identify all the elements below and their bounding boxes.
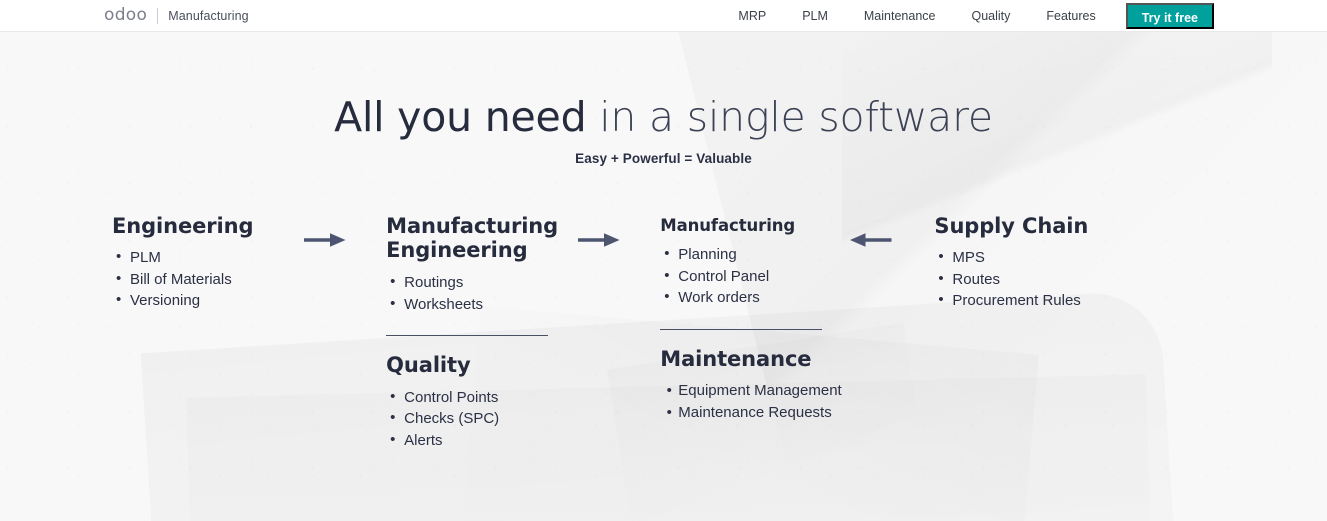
brand[interactable]: odoo Manufacturing [104,6,249,25]
arrow-left-icon [850,232,892,248]
subsection-quality-list: Control Points Checks (SPC) Alerts [386,386,660,452]
page-subtitle: Easy + Powerful = Valuable [575,150,752,166]
arrow-right-icon [304,232,346,248]
section-divider [386,335,549,337]
list-item: Work orders [660,286,934,309]
list-item: Worksheets [386,293,660,316]
list-item: • Equipment Management [660,380,934,402]
column-manufacturing-engineering-list: Routings Worksheets [386,271,660,316]
subsection-maintenance: Maintenance • Equipment Management • Maint… [660,347,934,424]
list-item-label: Maintenance Requests [678,403,832,421]
column-manufacturing-engineering: ManufacturingEngineering Routings Worksh… [386,214,660,451]
nav-item-features[interactable]: Features [1028,0,1113,32]
heading-line-1: Manufacturing [386,213,559,238]
page-title-strong: All you need [334,93,587,141]
list-item: Control Panel [660,265,934,288]
subsection-quality-heading: Quality [386,353,471,378]
nav-item-plm[interactable]: PLM [784,0,846,32]
nav-item-quality[interactable]: Quality [953,0,1028,32]
nav-item-mrp[interactable]: MRP [720,0,784,32]
column-supply-chain: Supply Chain MPS Routes Procurement Rule… [934,214,1223,312]
bullet-icon: • [666,403,672,421]
page-title-light: in a single software [586,93,993,141]
column-engineering: Engineering PLM Bill of Materials Versio… [112,214,386,312]
section-divider [660,328,823,330]
list-item: Routes [934,268,1223,291]
subsection-maintenance-list: • Equipment Management • Maintenance Reque… [660,380,934,423]
odoo-logo[interactable]: odoo [104,6,147,25]
list-item: MPS [934,246,1223,269]
list-item: Bill of Materials [112,268,386,291]
subsection-maintenance-heading: Maintenance [660,346,812,371]
subsection-quality: Quality Control Points Checks (SPC) Aler… [386,353,660,451]
bullet-icon: • [666,382,672,400]
nav-item-maintenance[interactable]: Maintenance [846,0,954,32]
page-title: All you need in a single software [0,93,1327,141]
list-item: Control Points [386,386,660,409]
main-navigation: MRP PLM Maintenance Quality Features Try… [720,0,1327,31]
feature-columns: Engineering PLM Bill of Materials Versio… [0,214,1327,451]
column-manufacturing-list: Planning Control Panel Work orders [660,243,934,309]
brand-separator [157,7,159,24]
heading-line-2: Engineering [386,238,528,263]
list-item: Versioning [112,289,386,312]
app-name-label: Manufacturing [168,8,249,23]
arrow-right-icon [578,232,620,248]
column-manufacturing: Manufacturing Planning Control Panel Wor… [660,214,934,423]
column-manufacturing-heading: Manufacturing [660,215,796,235]
list-item: Alerts [386,429,660,452]
column-engineering-list: PLM Bill of Materials Versioning [112,246,386,312]
list-item: • Maintenance Requests [660,402,934,424]
list-item-label: Equipment Management [678,382,842,400]
site-header: odoo Manufacturing MRP PLM Maintenance Q… [0,0,1327,32]
list-item: PLM [112,246,386,269]
hero-section: All you need in a single software Easy +… [0,32,1327,166]
try-it-free-button[interactable]: Try it free [1125,2,1214,29]
list-item: Routings [386,271,660,294]
list-item: Procurement Rules [934,289,1223,312]
column-supply-chain-heading: Supply Chain [934,213,1089,238]
list-item: Checks (SPC) [386,407,660,430]
list-item: Planning [660,243,934,266]
column-supply-chain-list: MPS Routes Procurement Rules [934,246,1223,312]
